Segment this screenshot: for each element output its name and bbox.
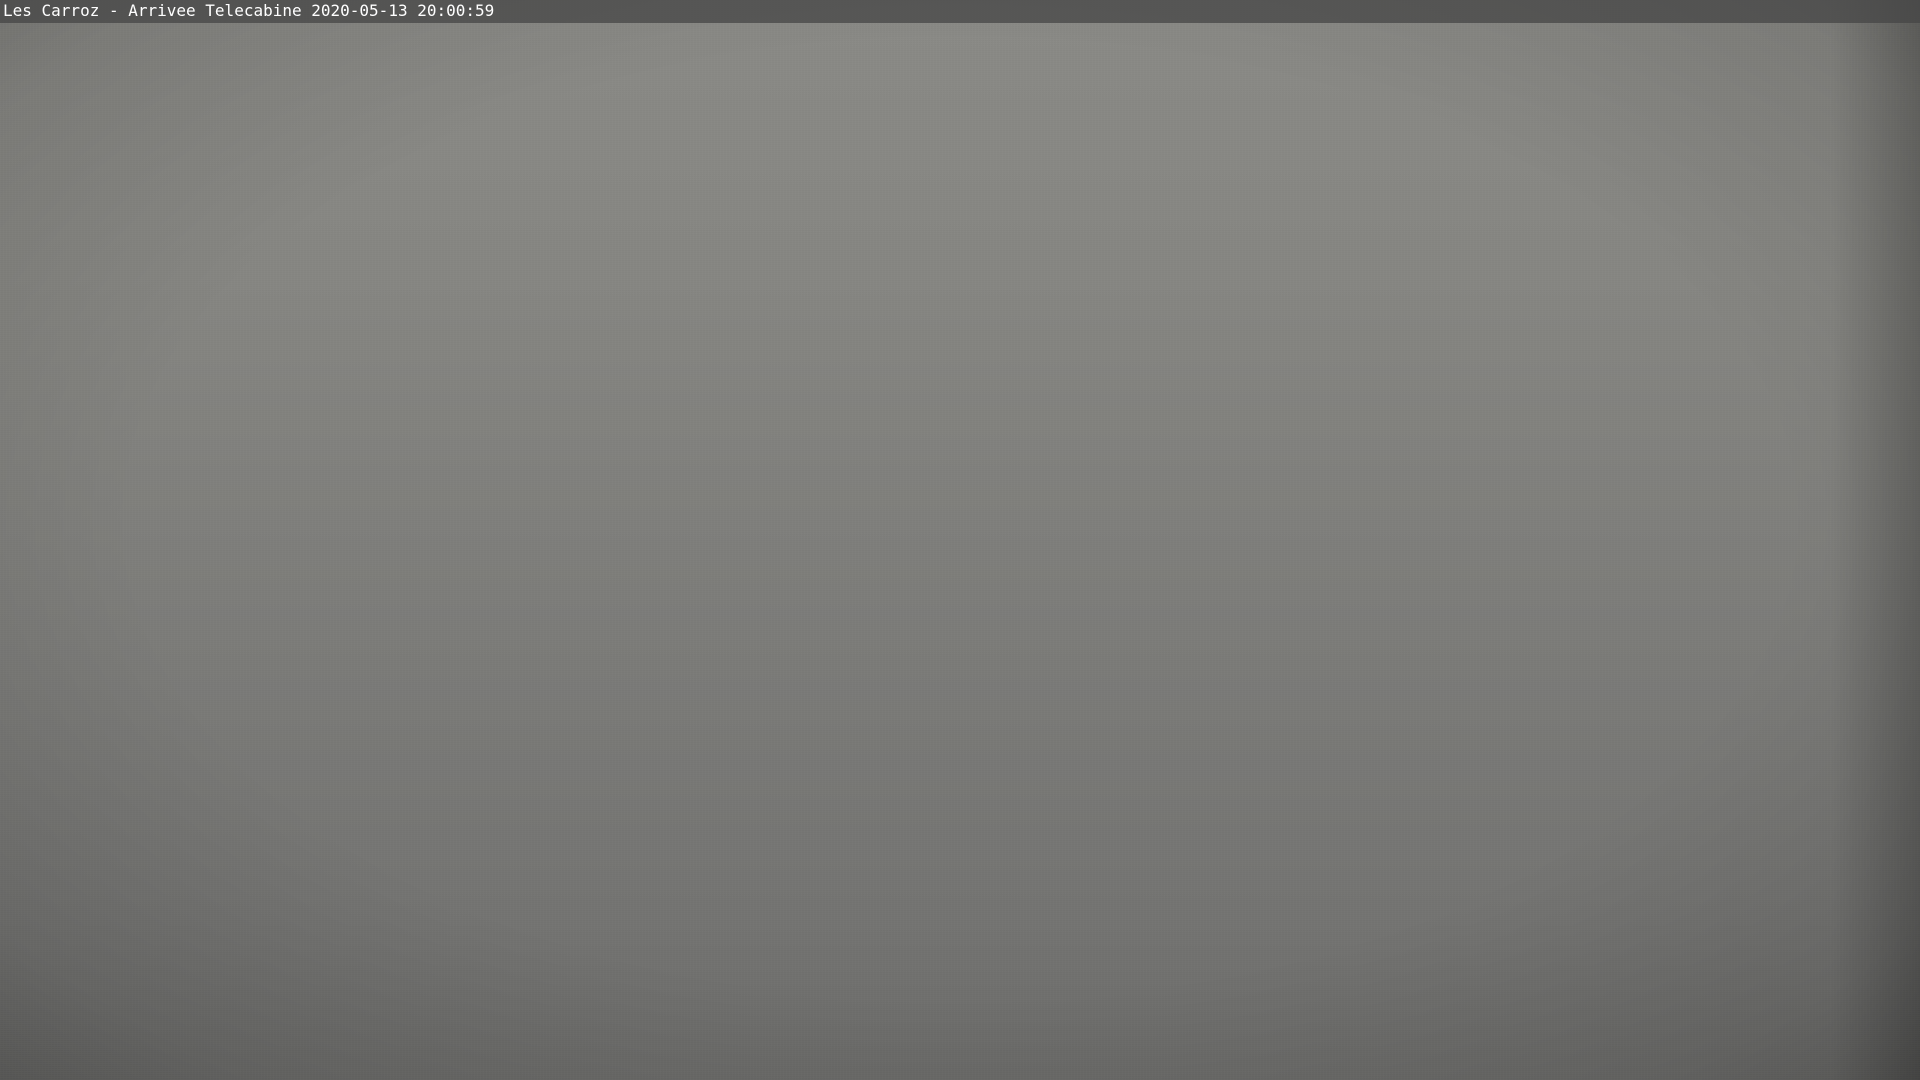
webcam-image: Les Carroz - Arrivee Telecabine 2020-05-… (0, 0, 1920, 1080)
webcam-caption: Les Carroz - Arrivee Telecabine 2020-05-… (3, 1, 495, 20)
lens-vignette (1830, 0, 1920, 1080)
image-noise (0, 0, 1920, 1080)
timestamp-overlay-bar: Les Carroz - Arrivee Telecabine 2020-05-… (0, 0, 1920, 23)
